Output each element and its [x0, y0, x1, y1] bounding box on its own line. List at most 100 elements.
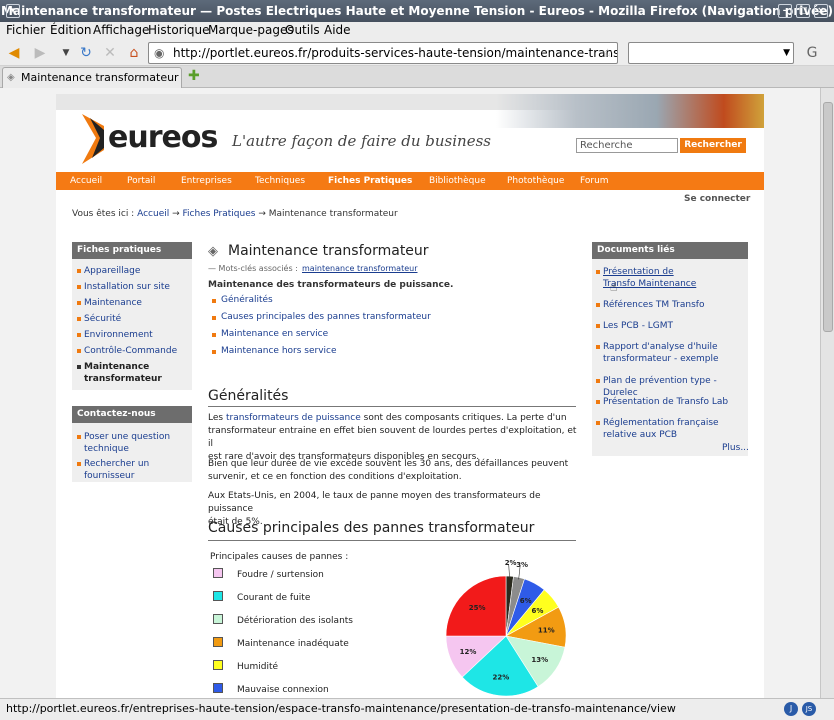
- legend-swatch: [213, 614, 223, 624]
- doc-rapport-huile[interactable]: Rapport d'analyse d'huile transformateur…: [603, 341, 745, 365]
- fiche-environnement[interactable]: Environnement: [84, 329, 188, 341]
- bullet: [77, 462, 81, 466]
- menu-historique[interactable]: Historique: [148, 23, 210, 37]
- breadcrumb-prefix: Vous êtes ici :: [72, 209, 135, 219]
- page-icon: ◈: [208, 244, 218, 259]
- menu-marque-pages[interactable]: Marque-pages: [208, 23, 294, 37]
- fiche-installation[interactable]: Installation sur site: [84, 281, 188, 293]
- contact-box: Contactez-nous Poser une question techni…: [72, 406, 192, 482]
- navigation-toolbar: ◀ ▶ ▼ ↻ ✕ ⌂ ◉ http://portlet.eureos.fr/p…: [0, 40, 834, 66]
- p2-line2: survenir, et ce en fonction des conditio…: [208, 472, 462, 482]
- pie-slice-label: 25%: [469, 604, 486, 612]
- doc-transfo-lab[interactable]: Présentation de Transfo Lab: [603, 396, 745, 408]
- p1-line2: transformateur entraine en effet bien so…: [208, 426, 577, 449]
- fiche-securite[interactable]: Sécurité: [84, 313, 188, 325]
- nav-accueil[interactable]: Accueil: [70, 176, 102, 186]
- legend-label-humidite: Humidité: [237, 662, 279, 672]
- status-url: http://portlet.eureos.fr/entreprises-hau…: [6, 702, 676, 715]
- history-dropdown-icon[interactable]: ▼: [56, 43, 76, 63]
- doc-pcb-lgmt[interactable]: Les PCB - LGMT: [603, 320, 745, 332]
- legend-swatch: [213, 660, 223, 670]
- menu-fichier[interactable]: Fichier: [6, 23, 45, 37]
- menu-outils[interactable]: Outils: [285, 23, 320, 37]
- bullet: [77, 301, 81, 305]
- breadcrumb-fiches[interactable]: Fiches Pratiques: [183, 209, 256, 219]
- extension-j-icon[interactable]: J: [784, 702, 798, 716]
- address-bar[interactable]: ◉ http://portlet.eureos.fr/produits-serv…: [148, 42, 618, 64]
- page-subtitle: Maintenance des transformateurs de puiss…: [208, 280, 454, 290]
- doc-reglementation-pcb[interactable]: Réglementation française relative aux PC…: [603, 417, 745, 441]
- doc-references[interactable]: Références TM Transfo: [603, 299, 745, 311]
- contact-fournisseur[interactable]: Rechercher un fournisseur: [84, 458, 188, 482]
- nav-forum[interactable]: Forum: [580, 176, 609, 186]
- documents-more-link[interactable]: Plus...: [722, 442, 752, 454]
- site-search-input[interactable]: Recherche: [576, 138, 678, 153]
- nav-entreprises[interactable]: Entreprises: [181, 176, 232, 186]
- p2-line1: Bien que leur durée de vie excède souven…: [208, 459, 569, 469]
- minimize-icon[interactable]: –: [778, 4, 792, 18]
- pie-slice-label: 11%: [538, 627, 555, 635]
- pie-slice-label: 3%: [516, 561, 528, 569]
- stop-icon[interactable]: ✕: [100, 43, 120, 63]
- close-icon[interactable]: ×: [814, 4, 828, 18]
- tab-active[interactable]: ◈ Maintenance transformateur — ...: [2, 67, 182, 88]
- window-titlebar: Maintenance transformateur — Postes Elec…: [0, 0, 834, 22]
- statusbar: http://portlet.eureos.fr/entreprises-hau…: [0, 698, 834, 720]
- menu-aide[interactable]: Aide: [324, 23, 351, 37]
- toc-maintenance-en-service[interactable]: Maintenance en service: [221, 329, 328, 339]
- nav-fiches-pratiques[interactable]: Fiches Pratiques: [328, 176, 412, 186]
- toc-maintenance-hors-service[interactable]: Maintenance hors service: [221, 346, 337, 356]
- reload-icon[interactable]: ↻: [76, 43, 96, 63]
- bullet: [596, 400, 600, 404]
- menu-edition[interactable]: Édition: [50, 23, 92, 37]
- menu-affichage[interactable]: Affichage: [93, 23, 149, 37]
- login-link[interactable]: Se connecter: [684, 194, 750, 204]
- new-tab-icon[interactable]: ✚: [188, 68, 200, 84]
- keywords-label: — Mots-clés associés :: [208, 264, 298, 273]
- scrollbar-thumb[interactable]: [823, 102, 833, 332]
- nav-phototheque[interactable]: Photothèque: [507, 176, 564, 186]
- bullet: [596, 324, 600, 328]
- section-causes-heading: Causes principales des pannes transforma…: [208, 520, 535, 536]
- home-icon[interactable]: ⌂: [124, 43, 144, 63]
- fiches-title: Fiches pratiques: [72, 242, 192, 259]
- legend-label-courant-fuite: Courant de fuite: [237, 593, 311, 603]
- section-generalites-heading: Généralités: [208, 388, 289, 404]
- pie-slice-label: 12%: [460, 648, 477, 656]
- bookmark-star-icon[interactable]: ☆: [602, 43, 613, 63]
- search-engine-dropdown-icon[interactable]: ▼: [783, 43, 790, 63]
- tab-favicon-icon: ◈: [7, 72, 15, 83]
- breadcrumb-accueil[interactable]: Accueil: [137, 209, 169, 219]
- fiche-maintenance[interactable]: Maintenance: [84, 297, 188, 309]
- keyword-link[interactable]: maintenance transformateur: [302, 264, 418, 273]
- toc-generalites[interactable]: Généralités: [221, 295, 273, 305]
- noscript-icon[interactable]: JS: [802, 702, 816, 716]
- nav-portail[interactable]: Portail: [127, 176, 155, 186]
- nav-techniques[interactable]: Techniques: [255, 176, 305, 186]
- logo-text: eureos: [108, 120, 218, 155]
- doc-presentation-transfo-maintenance[interactable]: Présentation de Transfo Maintenance: [603, 266, 707, 290]
- toc-causes[interactable]: Causes principales des pannes transforma…: [221, 312, 431, 322]
- legend-label-maintenance: Maintenance inadéquate: [237, 639, 349, 649]
- section-rule: [208, 406, 576, 407]
- forward-icon[interactable]: ▶: [30, 43, 50, 63]
- search-box[interactable]: ▼: [628, 42, 794, 64]
- eureos-logo[interactable]: eureos: [74, 108, 218, 168]
- vertical-scrollbar[interactable]: [820, 88, 834, 698]
- fiche-appareillage[interactable]: Appareillage: [84, 265, 188, 277]
- site-identity-icon[interactable]: ◉: [154, 43, 164, 63]
- search-go-icon[interactable]: G: [802, 43, 822, 63]
- fiche-maintenance-transformateur: Maintenance transformateur: [84, 362, 162, 384]
- contact-question[interactable]: Poser une question technique: [84, 431, 188, 455]
- bullet: [212, 333, 216, 337]
- fiche-controle-commande[interactable]: Contrôle-Commande: [84, 345, 188, 357]
- site-search-button[interactable]: Rechercher: [680, 138, 746, 153]
- back-icon[interactable]: ◀: [4, 43, 24, 63]
- link-transformateurs-puissance[interactable]: transformateurs de puissance: [226, 413, 361, 423]
- nav-bibliotheque[interactable]: Bibliothèque: [429, 176, 486, 186]
- window-menu-icon[interactable]: ▾: [6, 4, 20, 18]
- tab-title: Maintenance transformateur — ...: [21, 71, 181, 84]
- bullet: [77, 285, 81, 289]
- breadcrumb-separator: →: [258, 209, 266, 219]
- maximize-icon[interactable]: □: [796, 4, 810, 18]
